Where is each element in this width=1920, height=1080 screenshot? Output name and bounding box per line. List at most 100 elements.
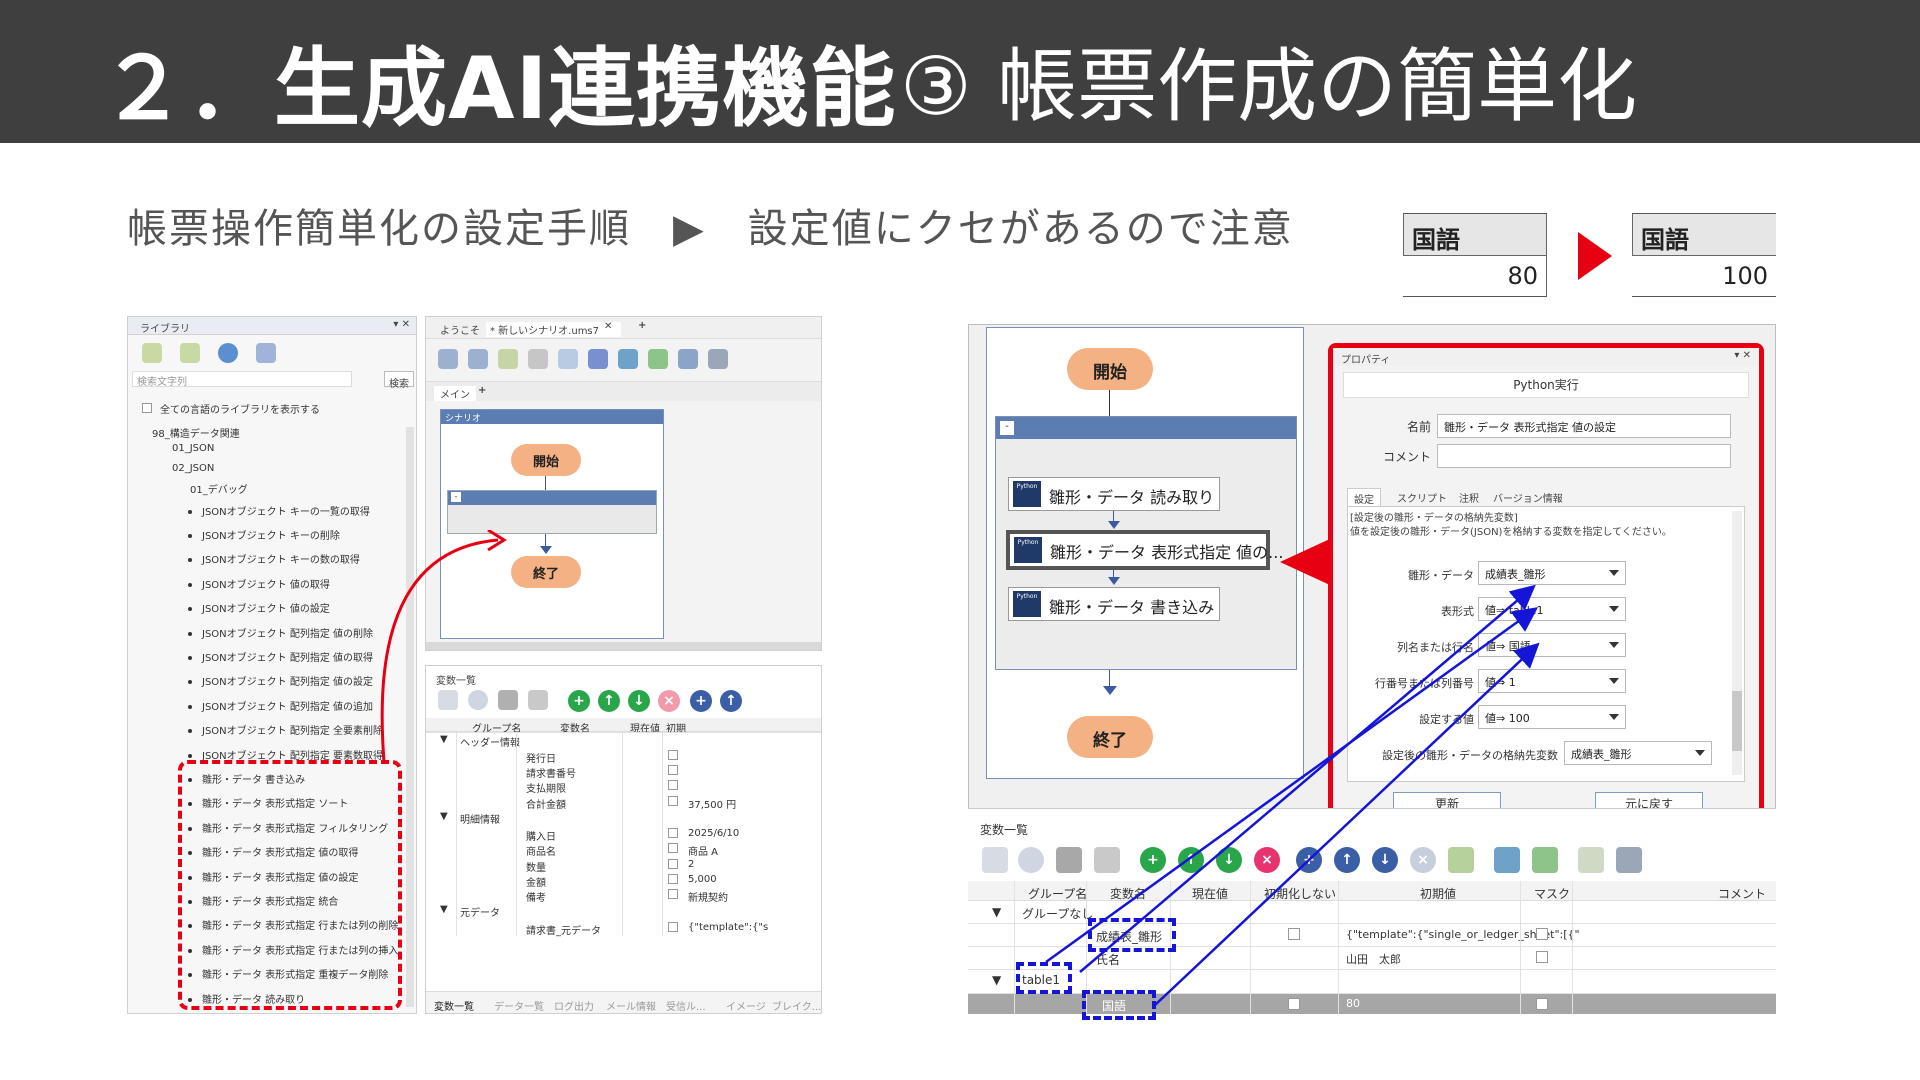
- library-export-icon[interactable]: [256, 343, 276, 363]
- list-item[interactable]: JSONオブジェクト キーの数の取得: [188, 551, 360, 566]
- close-icon[interactable]: ✕: [604, 321, 612, 332]
- properties-title: プロパティ: [1341, 355, 1391, 366]
- table-row[interactable]: 請求書番号: [426, 763, 821, 780]
- variables-panel: 変数一覧 + ↑ ↓ × + ↑ グループ名 変数名 現在値 初期 ▼ ヘッダー…: [425, 665, 822, 1014]
- tab-new-scenario[interactable]: * 新しいシナリオ.ums7: [486, 322, 622, 337]
- tab-mail[interactable]: メール情報: [606, 998, 656, 1013]
- delete-group-icon[interactable]: [528, 690, 548, 710]
- refresh-icon[interactable]: [218, 343, 238, 363]
- show-all-label: 全ての言語のライブラリを表示する: [160, 405, 320, 416]
- toolbar-icon[interactable]: [618, 349, 638, 369]
- table-row[interactable]: 支払期限: [426, 778, 821, 795]
- delete-variable-icon[interactable]: [498, 690, 518, 710]
- scenario-label: シナリオ: [445, 414, 482, 424]
- tab-data[interactable]: データ一覧: [494, 998, 544, 1013]
- table-row[interactable]: 請求書_元データ {"template":{"s: [426, 920, 821, 937]
- value-before-value: 80: [1403, 256, 1547, 296]
- list-item[interactable]: JSONオブジェクト 配列指定 値の設定: [188, 673, 373, 688]
- tree-node[interactable]: 02_JSON: [172, 463, 214, 474]
- add-group-icon[interactable]: +: [690, 690, 712, 712]
- group-up-icon[interactable]: ↑: [720, 690, 742, 712]
- toolbar-icon[interactable]: [648, 349, 668, 369]
- toolbar-icon[interactable]: [558, 349, 578, 369]
- tab-log[interactable]: ログ出力: [554, 998, 594, 1013]
- show-all-checkbox[interactable]: [142, 403, 152, 413]
- end-node[interactable]: 終了: [511, 556, 581, 588]
- expand-icon[interactable]: ▼: [440, 734, 448, 745]
- add-tab-icon[interactable]: +: [638, 320, 646, 331]
- search-input[interactable]: 検索文字列: [132, 371, 352, 388]
- toolbar-icon[interactable]: [678, 349, 698, 369]
- list-item[interactable]: JSONオブジェクト キーの削除: [188, 527, 340, 542]
- tab-settings[interactable]: 設定: [1347, 488, 1381, 508]
- collapse-icon[interactable]: -: [451, 492, 461, 502]
- tree-node[interactable]: 98_構造データ関連: [152, 425, 240, 440]
- move-down-icon[interactable]: ↓: [628, 690, 650, 712]
- tab-version[interactable]: バージョン情報: [1487, 488, 1569, 507]
- chevron-down-icon: [1609, 606, 1619, 612]
- table-row[interactable]: 金額 5,000: [426, 872, 821, 889]
- tab-main[interactable]: メイン: [434, 386, 476, 401]
- comment-field[interactable]: [1437, 444, 1731, 468]
- add-icon[interactable]: +: [568, 690, 590, 712]
- variables-title: 変数一覧: [436, 676, 476, 687]
- add-sub-tab-icon[interactable]: +: [478, 385, 486, 396]
- action-read-template[interactable]: Python 雛形・データ 読み取り: [1008, 477, 1220, 511]
- collapse-icon[interactable]: -: [1000, 421, 1014, 435]
- tree-node[interactable]: 01_デバッグ: [190, 481, 248, 496]
- expand-icon[interactable]: ▼: [440, 904, 448, 915]
- table-row[interactable]: 備考 新規契約: [426, 887, 821, 904]
- value-after-box: 国語 100: [1632, 213, 1776, 297]
- dialog-scrollbar[interactable]: [1732, 511, 1742, 775]
- close-icon[interactable]: ▾ ✕: [1734, 350, 1751, 361]
- chevron-down-icon: [1695, 750, 1705, 756]
- toolbar-icon[interactable]: [708, 349, 728, 369]
- tab-break[interactable]: ブレイク...: [772, 998, 821, 1013]
- list-item[interactable]: JSONオブジェクト キーの一覧の取得: [188, 503, 370, 518]
- search-icon[interactable]: [468, 690, 488, 710]
- tab-welcome[interactable]: ようこそ: [440, 322, 480, 337]
- name-field[interactable]: 雛形・データ 表形式指定 値の設定: [1437, 414, 1731, 438]
- zoom-out-icon[interactable]: [468, 349, 488, 369]
- list-item[interactable]: JSONオブジェクト 配列指定 値の取得: [188, 649, 373, 664]
- list-item[interactable]: JSONオブジェクト 配列指定 値の追加: [188, 698, 373, 713]
- blue-connector-arrows: [1045, 584, 1540, 1007]
- tab-annotation[interactable]: 注釈: [1453, 488, 1485, 507]
- toolbar-icon[interactable]: [438, 690, 458, 710]
- list-item[interactable]: JSONオブジェクト 値の設定: [188, 600, 330, 615]
- template-items-highlight: [178, 760, 402, 1010]
- search-button[interactable]: 検索: [384, 371, 414, 390]
- toolbar-icon[interactable]: [1616, 847, 1642, 873]
- move-up-icon[interactable]: ↑: [598, 690, 620, 712]
- close-icon[interactable]: ▾ ✕: [393, 319, 410, 330]
- remove-icon[interactable]: ×: [658, 690, 680, 712]
- toolbar-icon[interactable]: [528, 349, 548, 369]
- tab-variables[interactable]: 変数一覧: [434, 998, 474, 1013]
- list-item[interactable]: JSONオブジェクト 値の取得: [188, 576, 330, 591]
- table-row[interactable]: 合計金額 37,500 円: [426, 794, 821, 811]
- list-item[interactable]: JSONオブジェクト 配列指定 全要素削除: [188, 722, 383, 737]
- table-row[interactable]: 数量 2: [426, 857, 821, 874]
- library-title: ライブラリ: [140, 324, 190, 335]
- table-row[interactable]: 発行日: [426, 748, 821, 765]
- group-block[interactable]: -: [447, 490, 657, 534]
- tab-script[interactable]: スクリプト: [1391, 488, 1453, 507]
- table-row[interactable]: 商品名 商品 A: [426, 841, 821, 858]
- zoom-in-icon[interactable]: [438, 349, 458, 369]
- python-icon: Python: [1013, 481, 1041, 507]
- table-row[interactable]: 購入日 2025/6/10: [426, 826, 821, 843]
- description-heading: [設定後の雛形・データの格納先変数]: [1350, 513, 1518, 524]
- list-item[interactable]: JSONオブジェクト 配列指定 値の削除: [188, 625, 373, 640]
- tab-image[interactable]: イメージ: [726, 998, 766, 1013]
- toolbar-icon[interactable]: [498, 349, 518, 369]
- library-folder-icon[interactable]: [180, 343, 200, 363]
- start-node[interactable]: 開始: [1067, 348, 1153, 390]
- tab-receive[interactable]: 受信ル...: [666, 998, 706, 1013]
- comment-label: コメント: [1382, 450, 1431, 464]
- tree-node[interactable]: 01_JSON: [172, 443, 214, 454]
- library-add-icon[interactable]: [142, 343, 162, 363]
- start-node[interactable]: 開始: [511, 444, 581, 476]
- toolbar-icon[interactable]: [588, 349, 608, 369]
- slide-title: ２．生成AI連携機能: [100, 39, 897, 139]
- expand-icon[interactable]: ▼: [440, 811, 448, 822]
